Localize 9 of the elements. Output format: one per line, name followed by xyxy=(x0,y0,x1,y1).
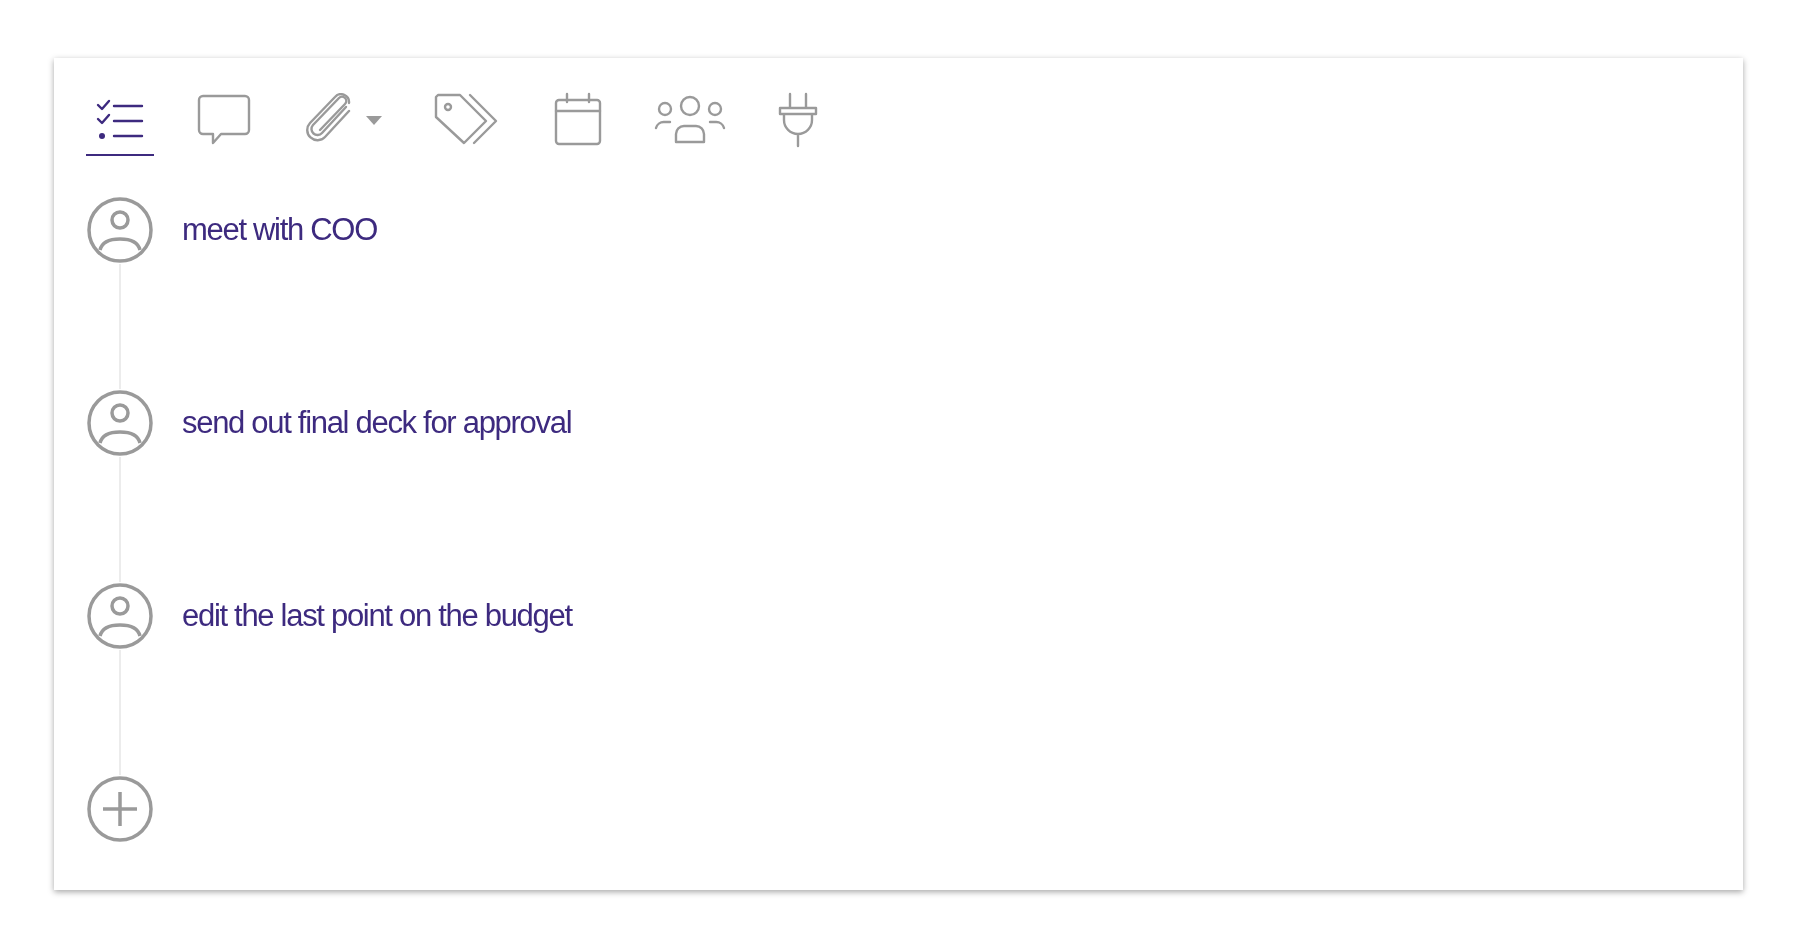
plus-circle-icon xyxy=(86,775,154,843)
caret-icon xyxy=(366,115,382,125)
task-text[interactable]: edit the last point on the budget xyxy=(182,592,572,640)
people-icon xyxy=(654,94,726,146)
task-text[interactable]: meet with COO xyxy=(182,206,377,254)
plug-icon xyxy=(776,92,820,148)
task-text[interactable]: send out final deck for approval xyxy=(182,399,572,447)
calendar-icon xyxy=(552,92,604,148)
speech-bubble-icon xyxy=(196,93,252,147)
